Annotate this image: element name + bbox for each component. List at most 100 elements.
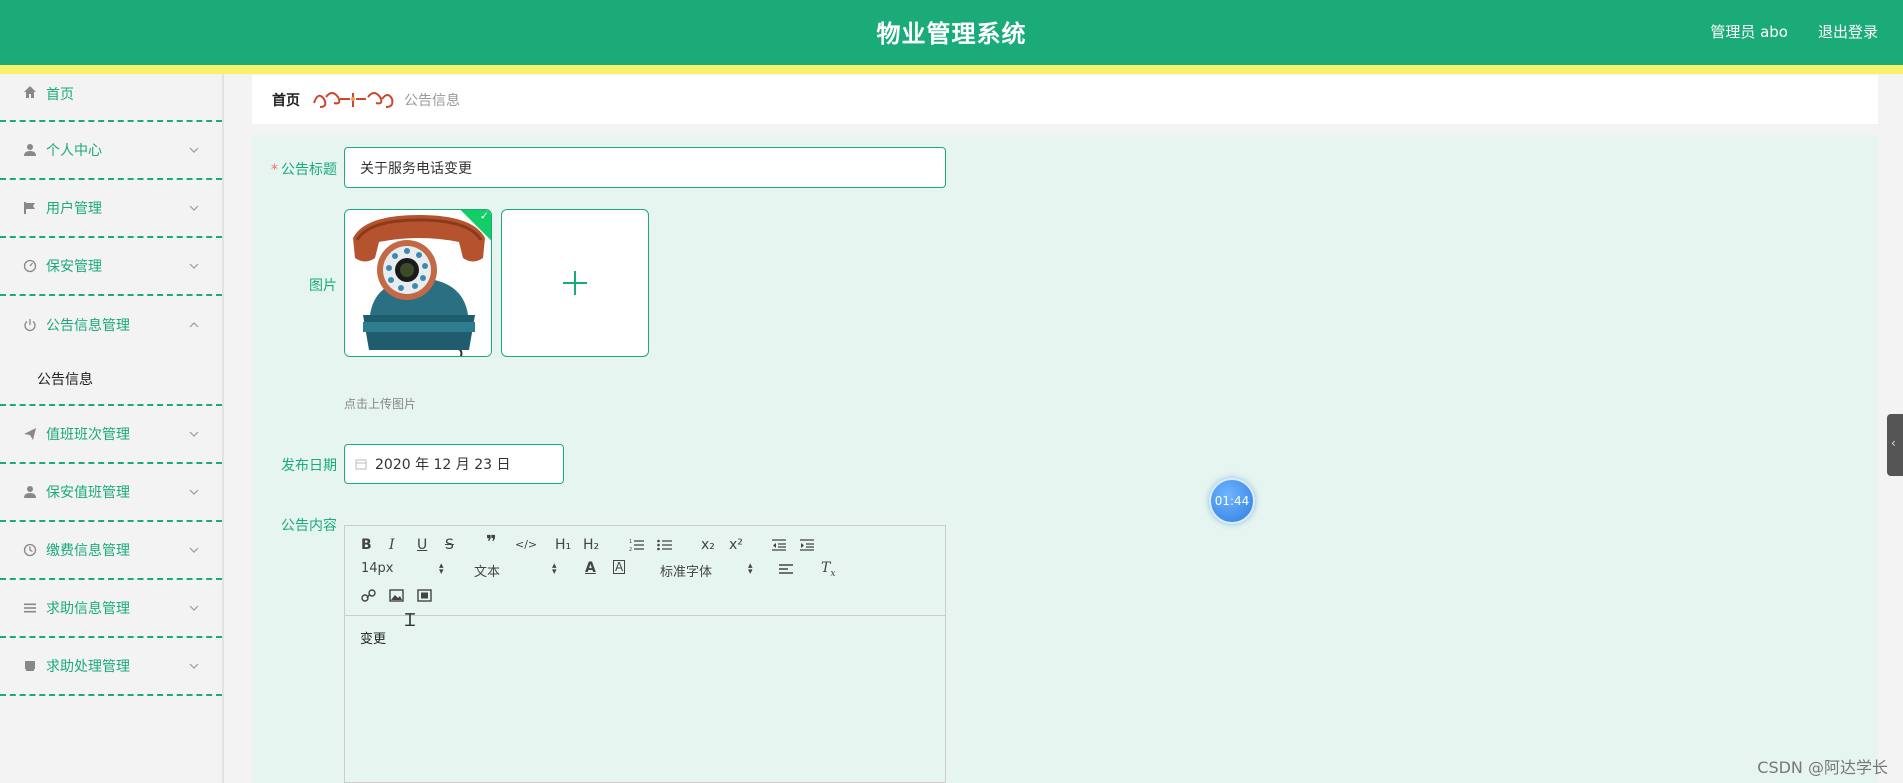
heading-1-button[interactable]: H₁ xyxy=(555,536,571,554)
sidebar-item-users[interactable]: 用户管理 xyxy=(0,180,222,238)
chevron-down-icon xyxy=(189,263,199,269)
code-block-icon[interactable]: </> xyxy=(515,536,537,554)
ornament-separator-icon xyxy=(313,91,394,108)
subscript-icon[interactable]: x₂ xyxy=(701,536,715,554)
calendar-icon xyxy=(355,459,367,470)
strikethrough-icon[interactable]: S xyxy=(445,536,454,554)
floating-timer-badge[interactable]: 01:44 xyxy=(1209,478,1255,524)
title-input[interactable] xyxy=(344,147,946,188)
sidebar-subitem-notice[interactable]: 公告信息 xyxy=(0,354,222,404)
superscript-icon[interactable]: x² xyxy=(729,536,743,554)
breadcrumb-home[interactable]: 首页 xyxy=(272,90,300,110)
home-icon xyxy=(22,84,38,100)
user-icon xyxy=(22,142,38,158)
bold-icon[interactable]: B xyxy=(361,536,372,554)
app-title: 物业管理系统 xyxy=(876,20,1027,48)
sidebar-item-guard-duty[interactable]: 保安值班管理 xyxy=(0,464,222,522)
sidebar-item-help-handling[interactable]: 求助处理管理 xyxy=(0,638,222,696)
background-color-icon[interactable]: A xyxy=(613,560,626,574)
font-family-select[interactable]: 标准字体 ▴ ▾ xyxy=(660,561,760,580)
header-accent-bar xyxy=(0,65,1903,74)
chevron-up-icon xyxy=(189,322,199,328)
video-icon[interactable] xyxy=(417,589,432,602)
date-label: 发布日期 xyxy=(281,458,337,474)
sidebar-item-label: 保安值班管理 xyxy=(46,485,130,501)
select-arrows-icon: ▾ xyxy=(552,567,557,577)
breadcrumb-current: 公告信息 xyxy=(404,92,460,109)
current-user: 管理员 abo xyxy=(1710,23,1788,41)
ordered-list-icon[interactable]: 12 xyxy=(629,538,645,552)
title-label: * 公告标题 xyxy=(252,159,337,179)
logout-button[interactable]: 退出登录 xyxy=(1818,21,1878,42)
chevron-down-icon xyxy=(189,489,199,495)
uploaded-image-thumbnail[interactable]: ✓ xyxy=(344,209,492,357)
chevron-down-icon xyxy=(189,431,199,437)
text-cursor-icon: Ɪ xyxy=(405,610,416,631)
chevron-down-icon xyxy=(189,605,199,611)
sidebar-item-notice-management[interactable]: 公告信息管理 xyxy=(0,296,222,354)
rich-text-editor: B I U S ❞ </> H₁ H₂ 12 x₂ x² 14px ▴ ▾ 文本 … xyxy=(344,525,946,783)
sidebar-item-security[interactable]: 保安管理 xyxy=(0,238,222,296)
sidebar-item-label: 首页 xyxy=(46,87,74,103)
heading-2-button[interactable]: H₂ xyxy=(583,536,599,554)
svg-text:2: 2 xyxy=(629,547,632,552)
font-family-value: 标准字体 xyxy=(660,565,713,580)
flag-icon xyxy=(22,200,38,216)
indent-icon[interactable] xyxy=(799,538,815,552)
breadcrumb: 首页 公告信息 xyxy=(252,75,1878,124)
select-arrows-icon: ▾ xyxy=(439,567,444,577)
editor-content[interactable]: 变更 xyxy=(345,616,945,659)
font-color-icon[interactable]: A xyxy=(585,559,596,577)
heading-select[interactable]: 文本 ▴ ▾ xyxy=(474,561,559,580)
image-icon[interactable] xyxy=(389,589,404,602)
underline-icon[interactable]: U xyxy=(417,536,427,554)
sidebar-item-help-info[interactable]: 求助信息管理 xyxy=(0,580,222,638)
sidebar-item-label: 求助信息管理 xyxy=(46,601,130,617)
sidebar-item-label: 个人中心 xyxy=(46,143,102,159)
top-header: 物业管理系统 管理员 abo 退出登录 xyxy=(0,0,1903,65)
sidebar-item-label: 求助处理管理 xyxy=(46,659,130,675)
gauge-icon xyxy=(22,258,38,274)
box-icon xyxy=(22,658,38,674)
sidebar-item-payment[interactable]: 缴费信息管理 xyxy=(0,522,222,580)
publish-date-value: 2020 年 12 月 23 日 xyxy=(375,457,511,473)
chevron-down-icon xyxy=(189,205,199,211)
svg-text:1: 1 xyxy=(629,539,632,545)
sidebar-item-personal[interactable]: 个人中心 xyxy=(0,122,222,180)
chevron-down-icon xyxy=(189,663,199,669)
chevron-down-icon xyxy=(189,547,199,553)
sidebar-item-label: 用户管理 xyxy=(46,201,102,217)
bullet-list-icon[interactable] xyxy=(657,538,673,552)
heading-value: 文本 xyxy=(474,565,501,580)
sidebar-item-label: 公告信息管理 xyxy=(46,318,130,334)
image-upload-button[interactable] xyxy=(501,209,649,357)
required-mark: * xyxy=(271,162,278,178)
notice-form: *公告标题 图片 ✓ 点击上传图片 发布日期 2 xyxy=(252,135,1878,783)
editor-toolbar: B I U S ❞ </> H₁ H₂ 12 x₂ x² 14px ▴ ▾ 文本 … xyxy=(345,526,945,616)
font-size-select[interactable]: 14px ▴ ▾ xyxy=(361,561,446,577)
italic-icon[interactable]: I xyxy=(389,536,395,554)
blockquote-icon[interactable]: ❞ xyxy=(486,534,497,552)
chevron-left-icon: ‹ xyxy=(1891,436,1896,450)
image-label: 图片 xyxy=(309,278,337,294)
side-collapse-tab[interactable]: ‹ xyxy=(1887,414,1903,476)
outdent-icon[interactable] xyxy=(771,538,787,552)
link-icon[interactable] xyxy=(361,589,376,603)
telephone-image xyxy=(345,210,491,356)
sidebar-item-label: 保安管理 xyxy=(46,259,102,275)
sidebar-item-home[interactable]: 首页 xyxy=(0,74,222,122)
chevron-down-icon xyxy=(189,147,199,153)
align-icon[interactable] xyxy=(779,563,793,575)
sidebar-group-notice: 公告信息管理 公告信息 xyxy=(0,296,222,406)
select-arrows-icon: ▾ xyxy=(748,567,753,577)
user-icon xyxy=(22,484,38,500)
sidebar-item-shift[interactable]: 值班班次管理 xyxy=(0,406,222,464)
clock-icon xyxy=(22,542,38,558)
publish-date-picker[interactable]: 2020 年 12 月 23 日 xyxy=(344,444,564,484)
clear-format-icon[interactable]: Tx xyxy=(821,559,835,583)
upload-tip: 点击上传图片 xyxy=(344,397,417,411)
list-icon xyxy=(22,600,38,616)
plus-icon xyxy=(563,271,587,295)
watermark: CSDN @阿达学长 xyxy=(1757,758,1888,777)
power-icon xyxy=(22,317,38,333)
